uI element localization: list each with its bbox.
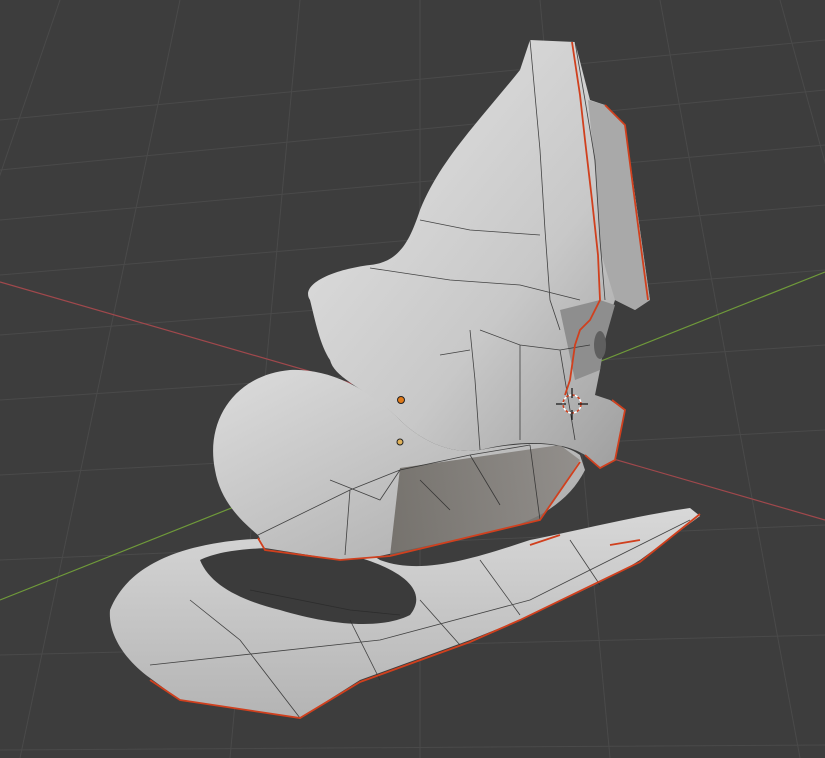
- 3d-viewport[interactable]: [0, 0, 825, 758]
- object-origin-dot[interactable]: [396, 438, 404, 446]
- object-origin-dot[interactable]: [397, 396, 405, 404]
- viewport-canvas[interactable]: [0, 0, 825, 758]
